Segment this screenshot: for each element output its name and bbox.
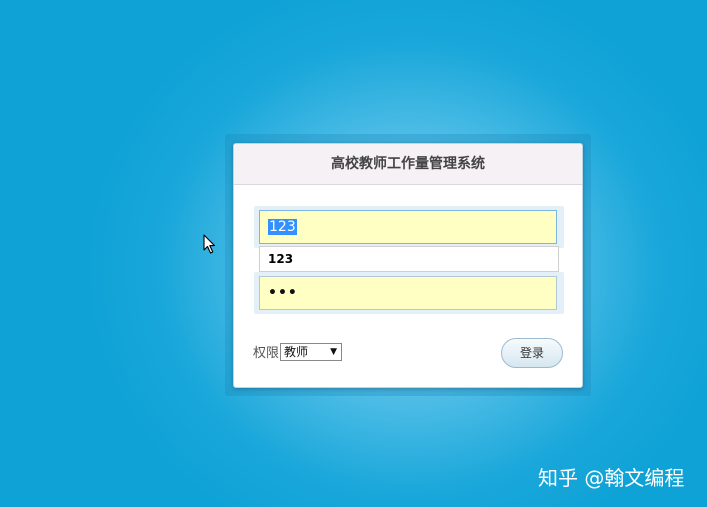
triangle-down-icon: ▼ (330, 346, 338, 357)
role-row: 权限 教师 ▼ (253, 342, 343, 361)
role-select[interactable]: 教师 ▼ (280, 342, 343, 361)
login-panel: 高校教师工作量管理系统 123 123 ••• 权限 教师 ▼ 登录 (233, 143, 583, 388)
watermark: 知乎 @翰文编程 (538, 466, 685, 490)
username-input[interactable]: 123 (259, 210, 557, 244)
role-selected-value: 教师 (284, 344, 309, 359)
role-label: 权限 (253, 346, 280, 361)
password-field-wrap: ••• (254, 272, 564, 314)
mouse-pointer-icon (203, 234, 216, 254)
autocomplete-option[interactable]: 123 (259, 246, 559, 272)
password-input[interactable]: ••• (259, 276, 557, 310)
username-field-wrap: 123 (254, 206, 564, 248)
username-selected-text: 123 (268, 219, 297, 235)
login-button[interactable]: 登录 (501, 338, 563, 368)
page-title: 高校教师工作量管理系统 (234, 144, 582, 185)
